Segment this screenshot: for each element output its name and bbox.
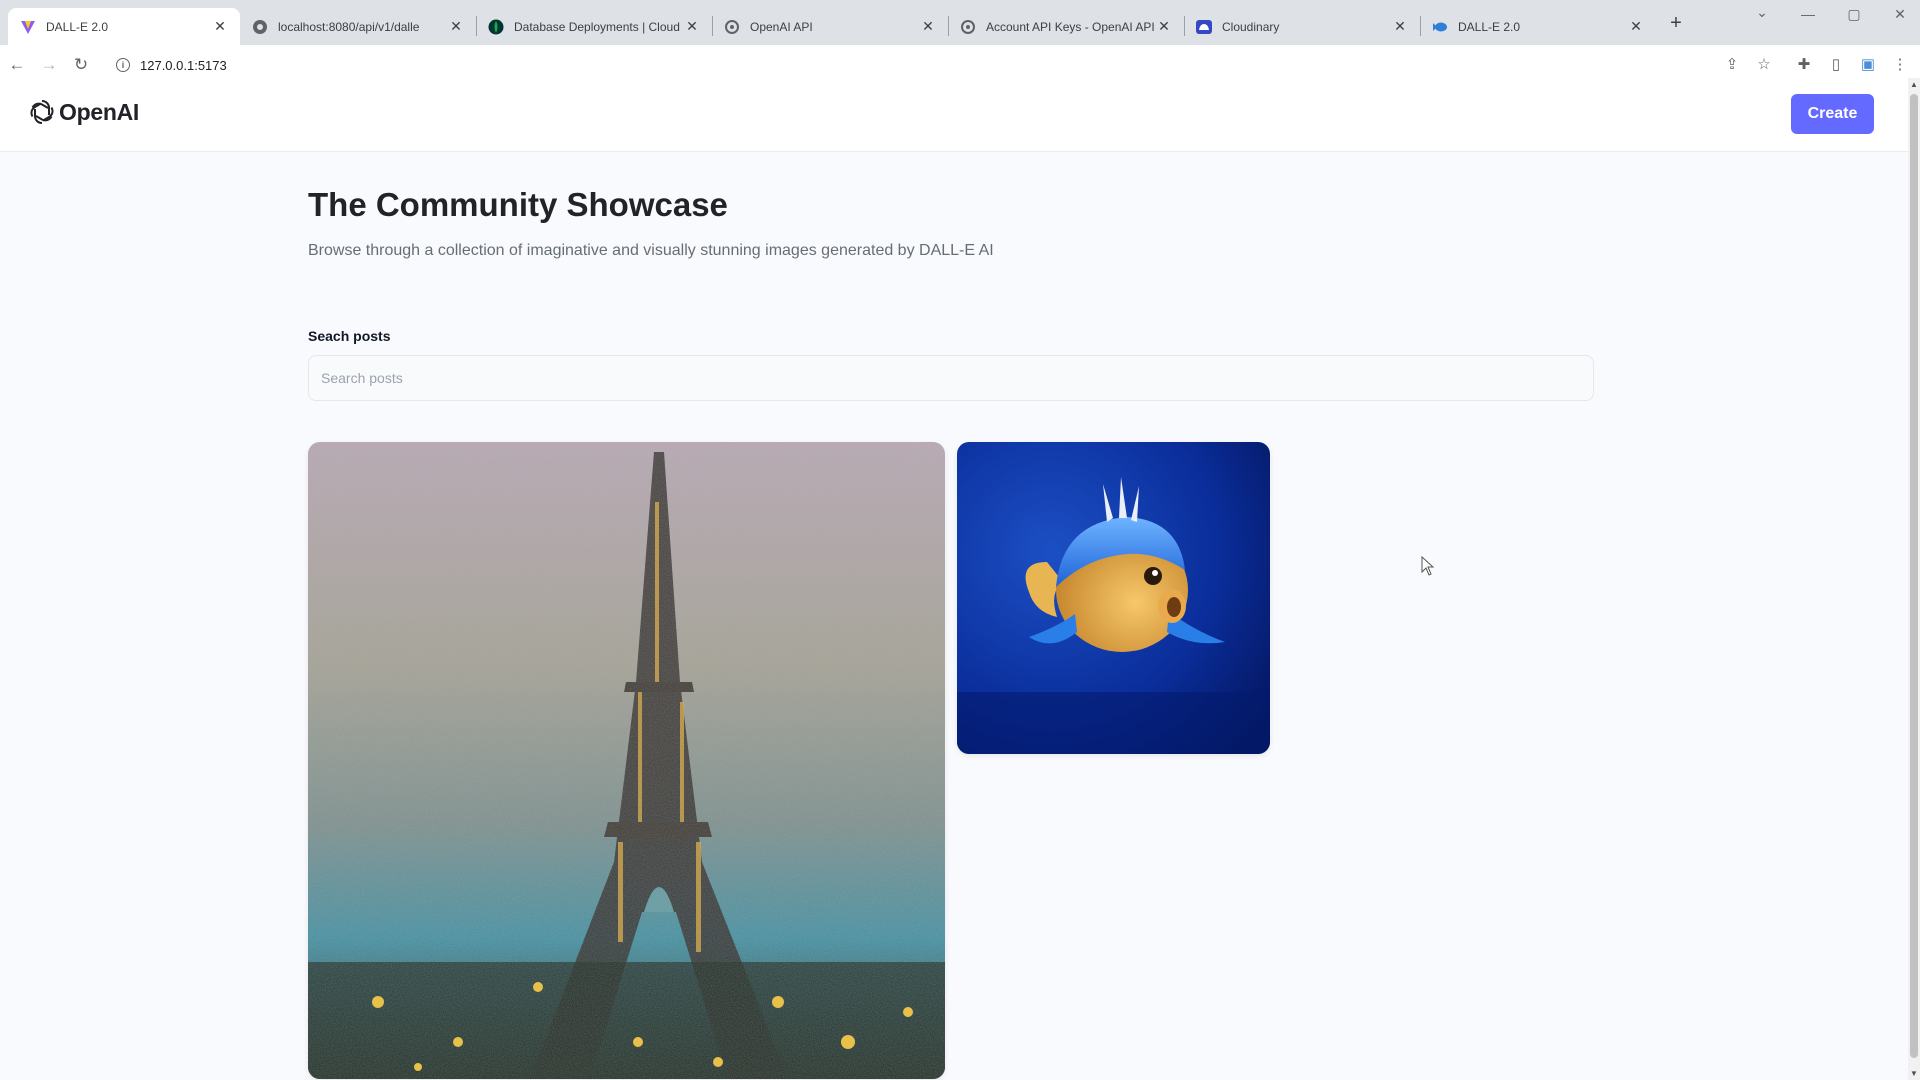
tab-title: localhost:8080/api/v1/dalle bbox=[278, 19, 420, 34]
post-card-fish[interactable] bbox=[957, 442, 1270, 754]
search-input[interactable] bbox=[308, 355, 1594, 401]
close-icon[interactable]: ✕ bbox=[1392, 18, 1408, 35]
post-card-eiffel[interactable] bbox=[308, 442, 945, 1079]
openai-logo-icon bbox=[724, 19, 740, 35]
tab-dalle[interactable]: DALL-E 2.0 ✕ bbox=[8, 8, 240, 45]
tab-openai-api[interactable]: OpenAI API ✕ bbox=[712, 8, 948, 45]
close-icon[interactable]: ✕ bbox=[448, 18, 464, 35]
vite-logo-icon bbox=[20, 19, 36, 35]
close-icon[interactable]: ✕ bbox=[212, 18, 228, 35]
scrollbar-thumb[interactable] bbox=[1910, 94, 1918, 1058]
globe-icon bbox=[252, 19, 268, 35]
post-image bbox=[308, 442, 945, 1079]
tab-title: Cloudinary bbox=[1222, 19, 1280, 34]
logo-text: OpenAI bbox=[59, 98, 139, 125]
forward-icon[interactable]: → bbox=[38, 54, 60, 76]
tab-search-icon[interactable]: ⌄ bbox=[1752, 4, 1772, 21]
post-image bbox=[957, 442, 1270, 754]
page-title: The Community Showcase bbox=[308, 186, 728, 223]
url-text: 127.0.0.1:5173 bbox=[140, 57, 227, 73]
tab-localhost[interactable]: localhost:8080/api/v1/dalle ✕ bbox=[240, 8, 476, 45]
reload-icon[interactable]: ↻ bbox=[70, 54, 92, 76]
tab-title: Account API Keys - OpenAI API bbox=[986, 19, 1155, 34]
tab-title: DALL-E 2.0 bbox=[46, 19, 109, 34]
maximize-icon[interactable]: ▢ bbox=[1844, 6, 1864, 23]
search-label: Seach posts bbox=[308, 328, 391, 344]
extensions-icon[interactable]: ✚ bbox=[1794, 55, 1814, 75]
new-tab-button[interactable]: + bbox=[1664, 12, 1688, 35]
tab-title: DALL-E 2.0 bbox=[1458, 19, 1521, 34]
tab-api-keys[interactable]: Account API Keys - OpenAI API ✕ bbox=[948, 8, 1184, 45]
create-button[interactable]: Create bbox=[1791, 94, 1874, 134]
mongodb-leaf-icon bbox=[488, 19, 504, 35]
tab-mongodb[interactable]: Database Deployments | Cloud ✕ bbox=[476, 8, 712, 45]
minimize-icon[interactable]: — bbox=[1798, 6, 1818, 22]
side-panel-icon[interactable]: ▯ bbox=[1826, 55, 1846, 75]
site-header: OpenAI Create bbox=[0, 78, 1908, 152]
fish-icon bbox=[1432, 19, 1448, 35]
address-bar[interactable]: i 127.0.0.1:5173 bbox=[108, 50, 1738, 80]
close-icon[interactable]: ✕ bbox=[1156, 18, 1172, 35]
openai-logo[interactable]: OpenAI bbox=[28, 98, 139, 126]
window-close-icon[interactable]: ✕ bbox=[1890, 6, 1910, 23]
scroll-up-icon[interactable]: ▲ bbox=[1908, 80, 1920, 89]
menu-icon[interactable]: ⋮ bbox=[1890, 55, 1910, 75]
close-icon[interactable]: ✕ bbox=[1628, 18, 1644, 35]
tab-title: OpenAI API bbox=[750, 19, 813, 34]
share-icon[interactable]: ⇪ bbox=[1722, 55, 1742, 75]
tab-title: Database Deployments | Cloud bbox=[514, 19, 680, 34]
close-icon[interactable]: ✕ bbox=[684, 18, 700, 35]
tab-cloudinary[interactable]: Cloudinary ✕ bbox=[1184, 8, 1420, 45]
mouse-cursor-icon bbox=[1421, 556, 1435, 576]
profile-icon[interactable]: ▣ bbox=[1858, 55, 1878, 75]
page-scrollbar[interactable]: ▲ ▼ bbox=[1908, 78, 1920, 1080]
close-icon[interactable]: ✕ bbox=[920, 18, 936, 35]
bookmark-star-icon[interactable]: ☆ bbox=[1754, 55, 1774, 75]
scroll-down-icon[interactable]: ▼ bbox=[1908, 1069, 1920, 1078]
cloudinary-icon bbox=[1196, 19, 1212, 35]
site-info-icon[interactable]: i bbox=[116, 58, 130, 72]
tab-dalle-second[interactable]: DALL-E 2.0 ✕ bbox=[1420, 8, 1656, 45]
browser-tab-bar: DALL-E 2.0 ✕ localhost:8080/api/v1/dalle… bbox=[0, 0, 1920, 45]
back-icon[interactable]: ← bbox=[6, 54, 28, 76]
openai-logo-icon bbox=[960, 19, 976, 35]
page-subtitle: Browse through a collection of imaginati… bbox=[308, 242, 994, 259]
openai-logo-icon bbox=[30, 100, 54, 124]
